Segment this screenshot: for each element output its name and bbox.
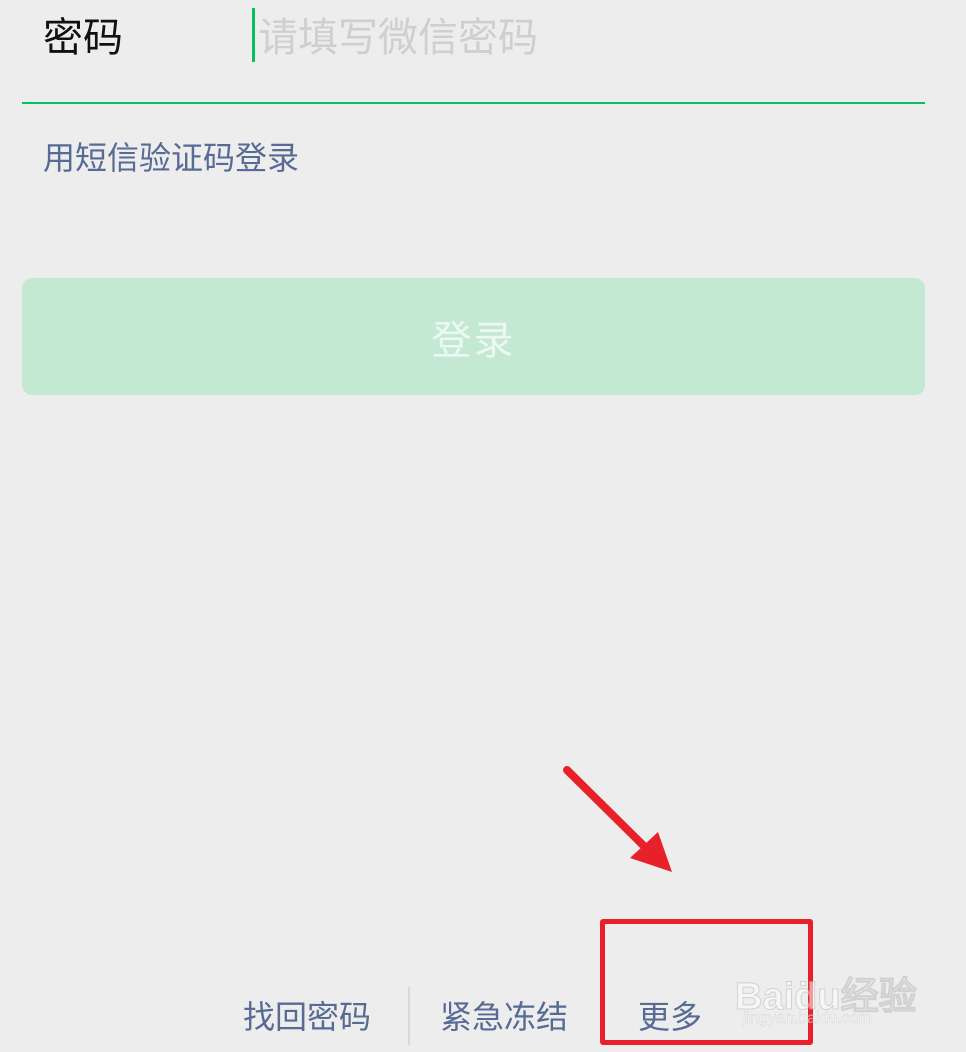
password-label: 密码 bbox=[43, 15, 123, 61]
sms-login-link[interactable]: 用短信验证码登录 bbox=[43, 136, 299, 180]
password-placeholder: 请填写微信密码 bbox=[258, 15, 538, 61]
password-input[interactable]: 请填写微信密码 bbox=[252, 6, 752, 64]
watermark-url: jingyan.baidu.com bbox=[743, 1010, 872, 1027]
password-row: 密码 请填写微信密码 bbox=[0, 0, 966, 104]
text-caret bbox=[252, 8, 255, 62]
annotation-arrow-icon bbox=[563, 766, 672, 872]
recover-password-link[interactable]: 找回密码 bbox=[243, 995, 371, 1039]
baidu-jingyan-watermark: Baiḋu经验 jingyan.baidu.com bbox=[735, 955, 935, 1035]
login-button[interactable]: 登录 bbox=[22, 278, 925, 395]
login-screen: 密码 请填写微信密码 用短信验证码登录 登录 找回密码 紧急冻结 更多 Baiḋ… bbox=[0, 0, 966, 1052]
divider bbox=[408, 987, 410, 1045]
emergency-freeze-link[interactable]: 紧急冻结 bbox=[440, 995, 568, 1039]
password-underline bbox=[22, 102, 925, 104]
login-button-label: 登录 bbox=[431, 317, 516, 364]
